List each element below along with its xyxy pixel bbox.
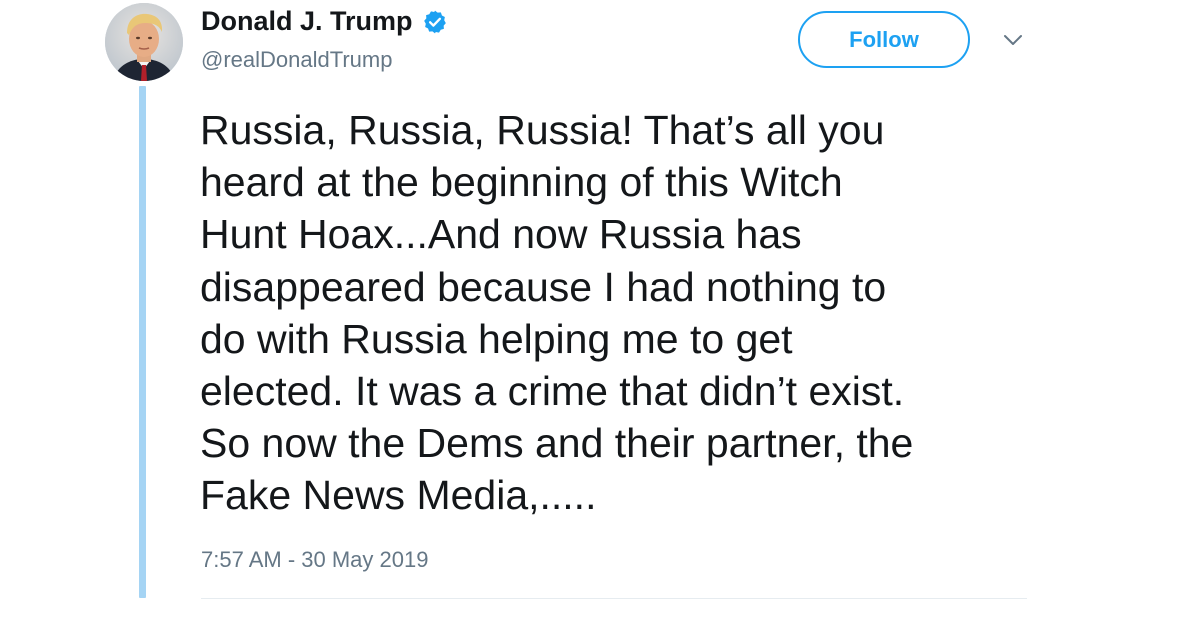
- tweet-timestamp[interactable]: 7:57 AM - 30 May 2019: [201, 547, 428, 573]
- avatar[interactable]: [105, 3, 183, 81]
- display-name[interactable]: Donald J. Trump: [201, 6, 413, 37]
- divider: [201, 598, 1027, 599]
- tweet-line: Fake News Media,.....: [200, 472, 597, 519]
- tweet-line: So now the Dems and their partner, the: [200, 420, 914, 467]
- tweet-line: heard at the beginning of this Witch: [200, 159, 843, 206]
- tweet-text: Russia, Russia, Russia! That’s all you h…: [200, 104, 1120, 522]
- tweet-line: do with Russia helping me to get: [200, 315, 793, 362]
- tweet-line: Hunt Hoax...And now Russia has: [200, 211, 802, 258]
- tweet-line: Russia, Russia, Russia! That’s all you: [200, 107, 885, 153]
- author-name-row[interactable]: Donald J. Trump: [201, 6, 448, 37]
- thread-line: [139, 86, 146, 598]
- chevron-down-icon[interactable]: [1002, 32, 1024, 48]
- follow-button[interactable]: Follow: [798, 11, 970, 68]
- profile-photo-icon: [105, 3, 183, 81]
- author-handle[interactable]: @realDonaldTrump: [201, 47, 392, 73]
- verified-badge-icon: [423, 10, 446, 33]
- tweet-line: elected. It was a crime that didn’t exis…: [200, 368, 905, 415]
- tweet-line: disappeared because I had nothing to: [200, 263, 887, 310]
